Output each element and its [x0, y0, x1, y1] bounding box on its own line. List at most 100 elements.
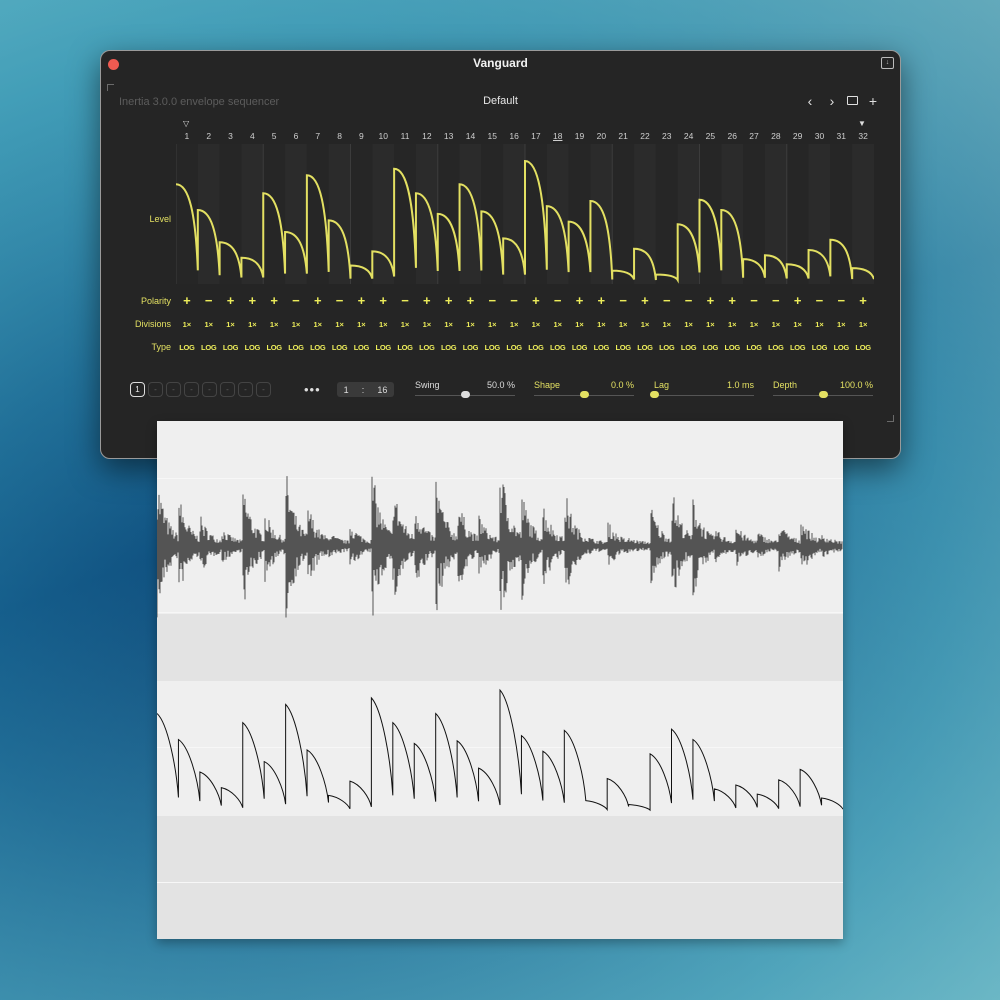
curve-type-selector[interactable]: LOG: [481, 342, 503, 354]
divisions-selector[interactable]: 1×: [307, 319, 329, 331]
divisions-selector[interactable]: 1×: [198, 319, 220, 331]
polarity-toggle[interactable]: −: [765, 294, 787, 307]
divisions-selector[interactable]: 1×: [329, 319, 351, 331]
divisions-selector[interactable]: 1×: [721, 319, 743, 331]
polarity-toggle[interactable]: +: [416, 294, 438, 307]
swing-knob[interactable]: [460, 391, 470, 398]
loop-end-marker-icon[interactable]: ▼: [858, 119, 866, 128]
polarity-toggle[interactable]: +: [787, 294, 809, 307]
curve-type-selector[interactable]: LOG: [547, 342, 569, 354]
polarity-toggle[interactable]: −: [809, 294, 831, 307]
polarity-toggle[interactable]: +: [700, 294, 722, 307]
step-number[interactable]: 14: [460, 129, 482, 143]
divisions-selector[interactable]: 1×: [547, 319, 569, 331]
page-button[interactable]: -: [184, 382, 199, 397]
polarity-toggle[interactable]: −: [743, 294, 765, 307]
curve-type-selector[interactable]: LOG: [809, 342, 831, 354]
step-number[interactable]: 20: [590, 129, 612, 143]
polarity-toggle[interactable]: −: [285, 294, 307, 307]
polarity-toggle[interactable]: −: [547, 294, 569, 307]
curve-type-selector[interactable]: LOG: [721, 342, 743, 354]
curve-type-selector[interactable]: LOG: [830, 342, 852, 354]
polarity-toggle[interactable]: +: [307, 294, 329, 307]
divisions-selector[interactable]: 1×: [481, 319, 503, 331]
curve-type-selector[interactable]: LOG: [307, 342, 329, 354]
divisions-selector[interactable]: 1×: [590, 319, 612, 331]
page-button[interactable]: -: [166, 382, 181, 397]
depth-knob[interactable]: [818, 391, 828, 398]
divisions-selector[interactable]: 1×: [263, 319, 285, 331]
step-number[interactable]: 4: [241, 129, 263, 143]
step-number[interactable]: 26: [721, 129, 743, 143]
step-number[interactable]: 12: [416, 129, 438, 143]
page-button[interactable]: -: [148, 382, 163, 397]
step-number[interactable]: 3: [220, 129, 242, 143]
divisions-selector[interactable]: 1×: [743, 319, 765, 331]
divisions-selector[interactable]: 1×: [809, 319, 831, 331]
divisions-selector[interactable]: 1×: [700, 319, 722, 331]
divisions-selector[interactable]: 1×: [460, 319, 482, 331]
polarity-toggle[interactable]: −: [612, 294, 634, 307]
step-number[interactable]: 21: [612, 129, 634, 143]
step-number[interactable]: 8: [329, 129, 351, 143]
step-number[interactable]: 13: [438, 129, 460, 143]
step-number[interactable]: 30: [809, 129, 831, 143]
divisions-selector[interactable]: 1×: [394, 319, 416, 331]
add-preset-icon[interactable]: +: [866, 93, 880, 109]
next-preset-icon[interactable]: ›: [825, 93, 839, 109]
lag-knob[interactable]: [649, 391, 659, 398]
divisions-selector[interactable]: 1×: [372, 319, 394, 331]
save-preset-icon[interactable]: [847, 96, 858, 105]
ratio-denominator[interactable]: 16: [377, 385, 387, 395]
ratio-numerator[interactable]: 1: [344, 385, 349, 395]
step-number[interactable]: 15: [481, 129, 503, 143]
page-button[interactable]: -: [238, 382, 253, 397]
polarity-toggle[interactable]: +: [241, 294, 263, 307]
page-button[interactable]: -: [202, 382, 217, 397]
divisions-selector[interactable]: 1×: [634, 319, 656, 331]
curve-type-selector[interactable]: LOG: [590, 342, 612, 354]
divisions-selector[interactable]: 1×: [525, 319, 547, 331]
curve-type-selector[interactable]: LOG: [176, 342, 198, 354]
polarity-toggle[interactable]: +: [721, 294, 743, 307]
step-number[interactable]: 18: [547, 129, 569, 143]
divisions-selector[interactable]: 1×: [438, 319, 460, 331]
page-button[interactable]: 1: [130, 382, 145, 397]
step-number[interactable]: 29: [787, 129, 809, 143]
polarity-toggle[interactable]: +: [525, 294, 547, 307]
divisions-selector[interactable]: 1×: [612, 319, 634, 331]
page-button[interactable]: -: [256, 382, 271, 397]
curve-type-selector[interactable]: LOG: [241, 342, 263, 354]
divisions-selector[interactable]: 1×: [285, 319, 307, 331]
step-number[interactable]: 5: [263, 129, 285, 143]
curve-type-selector[interactable]: LOG: [351, 342, 373, 354]
step-number[interactable]: 32: [852, 129, 874, 143]
page-button[interactable]: -: [220, 382, 235, 397]
curve-type-selector[interactable]: LOG: [743, 342, 765, 354]
step-number[interactable]: 25: [700, 129, 722, 143]
polarity-toggle[interactable]: −: [830, 294, 852, 307]
curve-type-selector[interactable]: LOG: [416, 342, 438, 354]
curve-type-selector[interactable]: LOG: [634, 342, 656, 354]
polarity-toggle[interactable]: −: [198, 294, 220, 307]
step-number[interactable]: 22: [634, 129, 656, 143]
polarity-toggle[interactable]: −: [394, 294, 416, 307]
download-icon[interactable]: ↓: [881, 57, 894, 69]
curve-type-selector[interactable]: LOG: [460, 342, 482, 354]
step-number[interactable]: 10: [372, 129, 394, 143]
divisions-selector[interactable]: 1×: [220, 319, 242, 331]
curve-type-selector[interactable]: LOG: [198, 342, 220, 354]
lag-track[interactable]: [654, 395, 754, 396]
resize-handle-icon[interactable]: [887, 415, 894, 422]
polarity-toggle[interactable]: +: [176, 294, 198, 307]
curve-type-selector[interactable]: LOG: [372, 342, 394, 354]
step-number[interactable]: 7: [307, 129, 329, 143]
step-number[interactable]: 1: [176, 129, 198, 143]
step-number[interactable]: 16: [503, 129, 525, 143]
curve-type-selector[interactable]: LOG: [656, 342, 678, 354]
curve-type-selector[interactable]: LOG: [503, 342, 525, 354]
step-number[interactable]: 19: [569, 129, 591, 143]
curve-type-selector[interactable]: LOG: [700, 342, 722, 354]
step-number[interactable]: 23: [656, 129, 678, 143]
polarity-toggle[interactable]: −: [503, 294, 525, 307]
